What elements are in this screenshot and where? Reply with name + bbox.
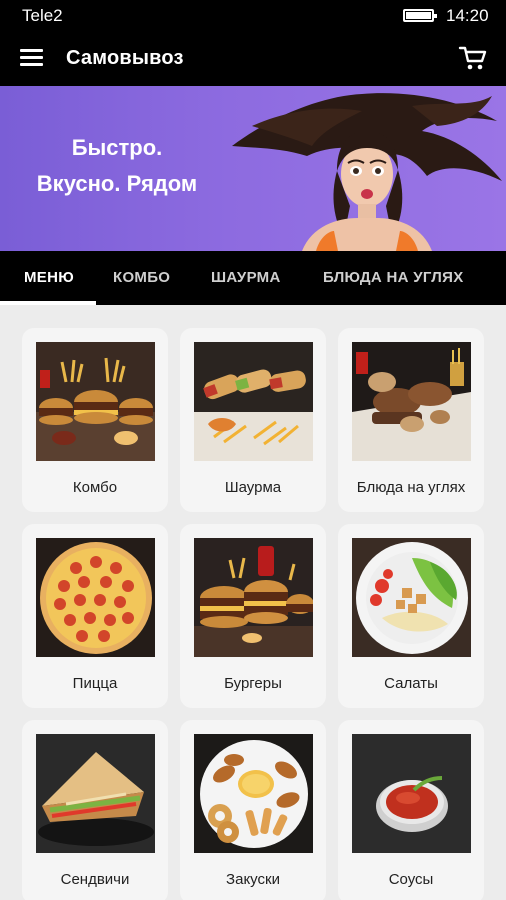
banner-woman-photo [232,93,502,251]
tab-grill[interactable]: БЛЮДА НА УГЛЯХ [323,251,464,305]
category-label: Закуски [226,871,280,888]
category-card-salads[interactable]: Салаты [338,524,484,708]
category-card-pizza[interactable]: Пицца [22,524,168,708]
category-card-burgers[interactable]: Бургеры [180,524,326,708]
banner-line-2: Вкусно. Рядом [36,171,198,196]
burgers-photo [194,538,313,657]
grill-photo [352,342,471,461]
category-card-snacks[interactable]: Закуски [180,720,326,900]
pizza-photo [36,538,155,657]
snacks-photo [194,734,313,853]
combo-photo [36,342,155,461]
cart-icon[interactable] [458,44,488,72]
category-label: Сендвичи [60,871,130,888]
category-label: Соусы [388,871,434,888]
shawarma-photo [194,342,313,461]
salad-photo [352,538,471,657]
tab-menu[interactable]: МЕНЮ [24,251,74,305]
category-card-shawarma[interactable]: Шаурма [180,328,326,512]
tab-combo[interactable]: КОМБО [113,251,170,305]
banner-line-1: Быстро. [71,135,163,160]
status-bar: Tele2 14:20 [0,0,506,30]
category-card-sauces[interactable]: Соусы [338,720,484,900]
tab-indicator [0,301,96,305]
sandwich-photo [36,734,155,853]
banner-slogan: Быстро. Вкусно. Рядом [22,130,212,202]
category-label: Бургеры [224,675,282,692]
app-bar: Самовывоз [0,30,506,86]
carrier-label: Tele2 [22,6,63,25]
sauce-photo [352,734,471,853]
category-label: Комбо [72,479,118,496]
category-label: Блюда на углях [356,479,466,496]
promo-banner[interactable]: Быстро. Вкусно. Рядом [0,86,506,251]
tab-shawarma[interactable]: ШАУРМА [211,251,281,305]
category-label: Салаты [384,675,438,692]
category-label: Пицца [72,675,118,692]
menu-icon[interactable] [20,47,43,69]
category-label: Шаурма [224,479,282,496]
page-title: Самовывоз [66,47,184,69]
battery-icon [403,9,437,22]
category-card-grill[interactable]: Блюда на углях [338,328,484,512]
category-tabs: МЕНЮ КОМБО ШАУРМА БЛЮДА НА УГЛЯХ [0,251,506,305]
category-card-combo[interactable]: Комбо [22,328,168,512]
category-card-sandwiches[interactable]: Сендвичи [22,720,168,900]
clock-label: 14:20 [446,6,489,25]
